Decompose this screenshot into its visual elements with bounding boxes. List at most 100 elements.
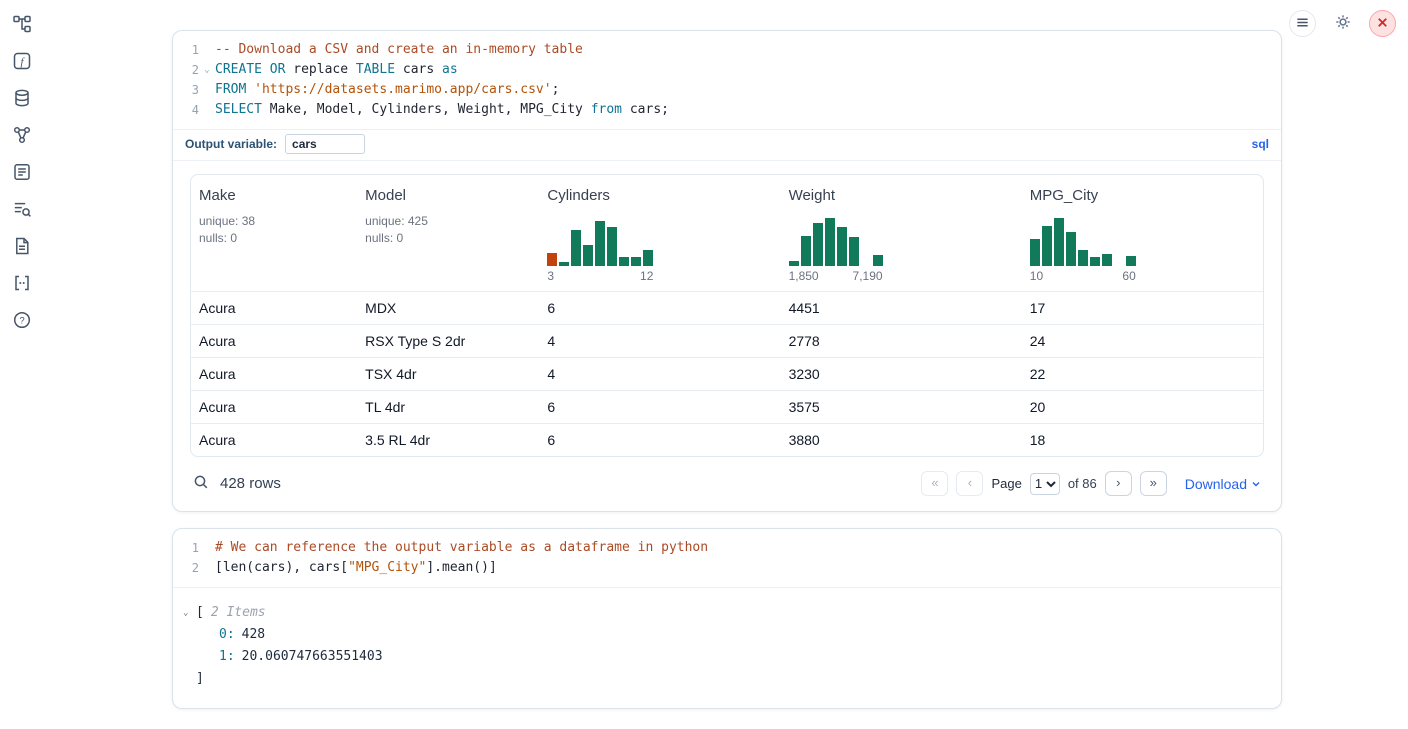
shutdown-button[interactable]	[1369, 10, 1396, 37]
download-label: Download	[1185, 476, 1247, 492]
table-cell: Acura	[191, 358, 357, 391]
code-text: SELECT Make, Model, Cylinders, Weight, M…	[215, 100, 669, 120]
table-cell: 20	[1022, 391, 1263, 424]
output-variable-input[interactable]	[285, 134, 365, 154]
code-text: # We can reference the output variable a…	[215, 538, 708, 558]
close-icon	[1375, 15, 1390, 33]
table-cell: TSX 4dr	[357, 358, 539, 391]
topbar-controls	[1289, 10, 1396, 37]
column-stat: unique: 38	[199, 213, 349, 230]
table-row[interactable]: AcuraTL 4dr6357520	[191, 391, 1263, 424]
sql-output-area: Makeunique: 38nulls: 0Modelunique: 425nu…	[173, 160, 1281, 511]
sidebar-button-snippets[interactable]	[11, 162, 33, 184]
sidebar-button-scratchpad[interactable]: f	[11, 51, 33, 73]
histogram-range-label: 10	[1030, 269, 1043, 283]
sidebar-button-documentation[interactable]	[11, 236, 33, 258]
sidebar-button-datasources[interactable]	[11, 88, 33, 110]
histogram-bar	[789, 261, 799, 266]
menu-button[interactable]	[1289, 10, 1316, 37]
histogram-bar	[1042, 226, 1052, 266]
python-code-editor[interactable]: 1 # We can reference the output variable …	[173, 529, 1281, 587]
sidebar-button-file-explorer[interactable]	[11, 14, 33, 36]
outline-icon	[12, 199, 32, 222]
line-number: 2	[173, 558, 199, 578]
svg-text:?: ?	[19, 315, 24, 326]
code-line[interactable]: 1 # We can reference the output variable …	[173, 538, 1281, 558]
table-row[interactable]: AcuraTSX 4dr4323022	[191, 358, 1263, 391]
sidebar-button-outline[interactable]	[11, 199, 33, 221]
histogram-bar	[813, 223, 823, 266]
next-page-button[interactable]: ›	[1105, 471, 1132, 496]
settings-button[interactable]	[1329, 10, 1356, 37]
histogram-bar	[825, 218, 835, 266]
table-cell: 4451	[781, 292, 1022, 325]
column-stat: nulls: 0	[365, 230, 531, 247]
prev-page-button[interactable]: ‹	[956, 471, 983, 496]
search-icon[interactable]	[193, 474, 209, 494]
table-cell: 3230	[781, 358, 1022, 391]
column-title: Model	[365, 187, 531, 204]
tree-key: 0:	[219, 627, 235, 642]
language-badge[interactable]: sql	[1252, 137, 1269, 151]
sql-cell: 1-- Download a CSV and create an in-memo…	[172, 30, 1282, 512]
line-number: 3	[173, 80, 199, 100]
sql-code-editor[interactable]: 1-- Download a CSV and create an in-memo…	[173, 31, 1281, 129]
sidebar-button-chat[interactable]	[11, 273, 33, 295]
column-header-mpg_city[interactable]: MPG_City1060	[1022, 175, 1263, 292]
chat-icon	[12, 273, 32, 296]
code-line[interactable]: 2⌄CREATE OR replace TABLE cars as	[173, 60, 1281, 80]
table-cell: Acura	[191, 424, 357, 457]
tree-entry: 1:20.060747663551403	[183, 646, 1265, 668]
table-cell: 4	[539, 358, 780, 391]
page-label: Page	[991, 476, 1021, 491]
tree-entry: 0: 428	[183, 624, 1265, 646]
histogram-range-label: 1,850	[789, 269, 819, 283]
table-row[interactable]: AcuraRSX Type S 2dr4277824	[191, 325, 1263, 358]
line-number: 1	[173, 538, 199, 558]
table-cell: Acura	[191, 325, 357, 358]
histogram-bar	[571, 230, 581, 266]
tree-value: 428	[242, 627, 265, 642]
table-footer: 428 rows « ‹ Page 1 of 86 › » Download	[190, 457, 1264, 511]
fold-chevron-icon[interactable]: ⌄	[199, 60, 215, 80]
column-title: Weight	[789, 187, 1014, 204]
last-page-button[interactable]: »	[1140, 471, 1167, 496]
column-header-weight[interactable]: Weight1,8507,190	[781, 175, 1022, 292]
code-line[interactable]: 1-- Download a CSV and create an in-memo…	[173, 40, 1281, 60]
code-line[interactable]: 4SELECT Make, Model, Cylinders, Weight, …	[173, 100, 1281, 120]
page-select[interactable]: 1	[1030, 473, 1060, 495]
histogram-bar	[583, 245, 593, 266]
tree-collapse-icon[interactable]: ⌄	[183, 602, 196, 624]
table-cell: MDX	[357, 292, 539, 325]
mpg_city-histogram	[1030, 214, 1136, 266]
code-line[interactable]: 3FROM 'https://datasets.marimo.app/cars.…	[173, 80, 1281, 100]
histogram-bar	[547, 253, 557, 266]
column-header-make[interactable]: Makeunique: 38nulls: 0	[191, 175, 357, 292]
column-header-model[interactable]: Modelunique: 425nulls: 0	[357, 175, 539, 292]
histogram-bar	[1126, 256, 1136, 266]
table-cell: 6	[539, 424, 780, 457]
table-row[interactable]: Acura3.5 RL 4dr6388018	[191, 424, 1263, 457]
column-header-cylinders[interactable]: Cylinders312	[539, 175, 780, 292]
table-cell: 6	[539, 391, 780, 424]
download-button[interactable]: Download	[1185, 476, 1261, 492]
histogram-range-label: 3	[547, 269, 554, 283]
snippets-icon	[12, 162, 32, 185]
sidebar-button-help[interactable]: ?	[11, 310, 33, 332]
fold-spacer	[199, 40, 215, 60]
code-line[interactable]: 2[len(cars), cars["MPG_City"].mean()]	[173, 558, 1281, 578]
prev-page-icon: ‹	[968, 475, 972, 490]
last-page-icon: »	[1150, 475, 1157, 490]
datasources-icon	[12, 88, 32, 111]
table-cell: Acura	[191, 391, 357, 424]
histogram-bar	[1066, 232, 1076, 266]
table-cell: 4	[539, 325, 780, 358]
row-count: 428 rows	[220, 475, 281, 492]
table-cell: 22	[1022, 358, 1263, 391]
histogram-bar	[801, 236, 811, 266]
sidebar-button-dependency-graph[interactable]	[11, 125, 33, 147]
first-page-button[interactable]: «	[921, 471, 948, 496]
histogram-bar	[1030, 239, 1040, 266]
table-row[interactable]: AcuraMDX6445117	[191, 292, 1263, 325]
table-cell: 6	[539, 292, 780, 325]
